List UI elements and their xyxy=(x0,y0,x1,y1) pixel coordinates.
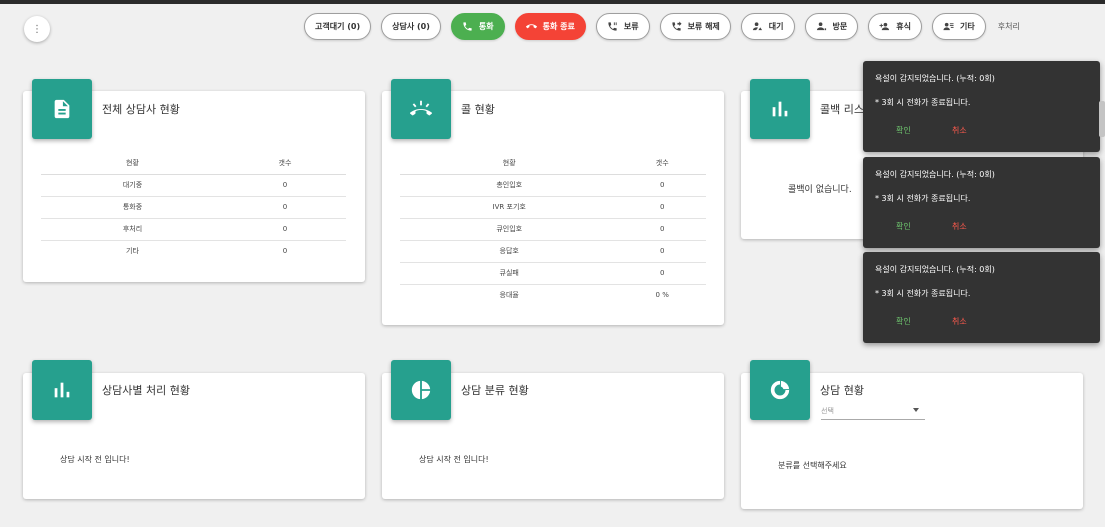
toast-cancel-button[interactable]: 취소 xyxy=(952,316,967,327)
toast-cancel-button[interactable]: 취소 xyxy=(952,221,967,232)
consult-status-card-icon xyxy=(750,360,810,420)
table-row: 큐실패 0 xyxy=(400,262,706,285)
table-row: 큐인입호 0 xyxy=(400,218,706,241)
call-status-card-icon xyxy=(391,79,451,139)
consult-status-title: 상담 현황 xyxy=(820,384,864,397)
customer-wait-button[interactable]: 고객대기 (0) xyxy=(304,13,372,40)
toast-detail: * 3회 시 전화가 종료됩니다. xyxy=(875,289,971,298)
call-button[interactable]: 통화 xyxy=(450,13,505,40)
table-row: 응답호 0 xyxy=(400,240,706,263)
pie-chart-icon xyxy=(411,380,431,400)
phone-icon xyxy=(463,22,472,31)
toast-confirm-button[interactable]: 확인 xyxy=(896,316,911,327)
toast-detail: * 3회 시 전화가 종료됩니다. xyxy=(875,194,971,203)
top-border xyxy=(0,0,1105,4)
col-status-header: 현황 xyxy=(400,152,619,175)
toast-message: 욕설이 감지되었습니다. (누적: 0회) xyxy=(875,170,995,179)
category-select-placeholder: 선택 xyxy=(821,407,834,415)
col-count-header: 갯수 xyxy=(618,152,706,175)
callback-list-card-icon xyxy=(750,79,810,139)
category-status-title: 상담 분류 현황 xyxy=(461,384,529,397)
category-select[interactable]: 선택 xyxy=(821,406,925,420)
agents-status-title: 전체 상담사 현황 xyxy=(102,103,180,116)
document-icon xyxy=(54,99,70,119)
agent-processing-empty-message: 상담 시작 전 입니다! xyxy=(60,455,130,464)
person-add-icon xyxy=(879,22,890,31)
category-empty-message: 상담 시작 전 입니다! xyxy=(419,455,489,464)
call-status-table: 현황 갯수 총인입호 0 IVR 포기호 0 큐인입호 0 응답호 0 큐실패 0 응대율… xyxy=(400,152,706,306)
agents-status-table: 현황 갯수 대기중 0 통화중 0 후처리 0 기타 0 xyxy=(41,152,346,262)
table-row: 대기중 0 xyxy=(41,174,346,197)
bar-chart-icon xyxy=(772,101,788,117)
toast-confirm-button[interactable]: 확인 xyxy=(896,221,911,232)
profanity-alert-toast: 욕설이 감지되었습니다. (누적: 0회) * 3회 시 전화가 종료됩니다. … xyxy=(863,61,1100,152)
status-toolbar: 고객대기 (0) 상담사 (0) 통화 통화 종료 보류 보류 해제 대기 방문… xyxy=(304,13,1020,40)
visit-button[interactable]: 방문 xyxy=(804,13,859,40)
phone-paused-icon xyxy=(608,22,617,31)
agent-processing-card-icon xyxy=(32,360,92,420)
more-menu-button[interactable]: ⋮ xyxy=(24,16,50,42)
table-row: 후처리 0 xyxy=(41,218,346,241)
table-row: 기타 0 xyxy=(126,247,288,256)
toast-cancel-button[interactable]: 취소 xyxy=(952,125,967,136)
person-standby-icon xyxy=(752,22,762,31)
profanity-alert-toast: 욕설이 감지되었습니다. (누적: 0회) * 3회 시 전화가 종료됩니다. … xyxy=(863,252,1100,343)
call-status-title: 콜 현황 xyxy=(461,103,495,116)
table-row: 총인입호 0 xyxy=(400,174,706,197)
agent-processing-title: 상담사별 처리 현황 xyxy=(102,384,190,397)
callback-empty-message: 콜백이 없습니다. xyxy=(788,185,852,195)
other-button[interactable]: 기타 xyxy=(932,13,986,40)
consult-empty-message: 분류를 선택해주세요 xyxy=(778,461,847,470)
toast-message: 욕설이 감지되었습니다. (누적: 0회) xyxy=(875,265,995,274)
callback-list-title: 콜백 리스 xyxy=(820,103,864,116)
break-button[interactable]: 휴식 xyxy=(868,13,922,40)
dropdown-arrow-icon xyxy=(913,408,919,412)
col-status-header: 현황 xyxy=(41,152,224,175)
toast-message: 욕설이 감지되었습니다. (누적: 0회) xyxy=(875,74,995,83)
ringing-phone-icon xyxy=(410,100,432,116)
scrollbar-thumb[interactable] xyxy=(1099,101,1105,137)
donut-chart-icon xyxy=(770,380,790,400)
hold-button[interactable]: 보류 xyxy=(595,13,650,40)
agents-status-card-icon xyxy=(32,79,92,139)
category-status-card-icon xyxy=(391,360,451,420)
unhold-button[interactable]: 보류 해제 xyxy=(659,13,731,40)
toast-confirm-button[interactable]: 확인 xyxy=(896,125,911,136)
table-row: 응대율 0 % xyxy=(499,291,669,300)
person-list-icon xyxy=(943,22,954,31)
toast-detail: * 3회 시 전화가 종료됩니다. xyxy=(875,98,971,107)
end-call-button[interactable]: 통화 종료 xyxy=(514,13,586,40)
table-row: IVR 포기호 0 xyxy=(400,196,706,219)
person-walk-icon xyxy=(816,22,826,31)
agents-button[interactable]: 상담사 (0) xyxy=(381,13,441,40)
phone-forwarded-icon xyxy=(671,21,682,31)
wrapup-label[interactable]: 후처리 xyxy=(998,21,1020,32)
profanity-alert-toast: 욕설이 감지되었습니다. (누적: 0회) * 3회 시 전화가 종료됩니다. … xyxy=(863,157,1100,248)
standby-button[interactable]: 대기 xyxy=(740,13,795,40)
col-count-header: 갯수 xyxy=(223,152,346,175)
call-end-icon xyxy=(525,24,537,29)
more-vert-icon: ⋮ xyxy=(32,23,42,35)
bar-chart-icon xyxy=(54,382,70,398)
table-row: 통화중 0 xyxy=(41,196,346,219)
